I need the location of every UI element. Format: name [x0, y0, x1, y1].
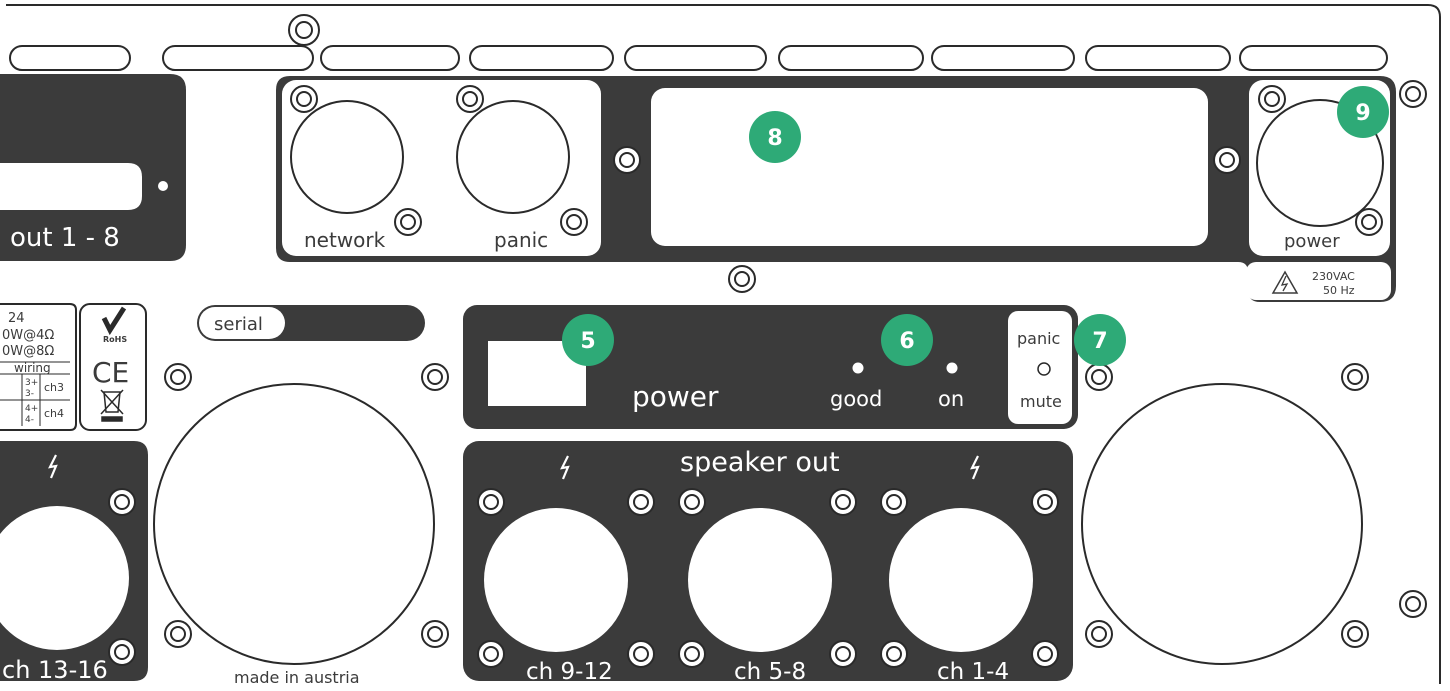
mounting-screw-icon	[678, 488, 706, 516]
ce-mark: CE	[92, 356, 129, 389]
panic-mute-top-label: panic	[1017, 329, 1060, 348]
ch-1-4-label: ch 1-4	[937, 659, 1009, 685]
amplifier-rear-panel-diagram: out 1 - 8 network panic power 230VAC 50 …	[0, 0, 1450, 691]
callout-number: 5	[580, 329, 595, 354]
mains-frequency: 50 Hz	[1323, 284, 1355, 297]
mounting-screw-icon	[728, 265, 756, 293]
d-sub-output-label: out 1 - 8	[10, 223, 120, 253]
mounting-screw-icon	[627, 488, 655, 516]
mounting-screw-icon	[164, 363, 192, 391]
weee-bin-icon	[100, 389, 124, 422]
mounting-screw-icon	[829, 488, 857, 516]
network-label: network	[304, 228, 386, 252]
mounting-screw-icon	[1085, 620, 1113, 648]
ch-9-12-label: ch 9-12	[526, 659, 613, 685]
rohs-label: RoHS	[103, 335, 127, 344]
wiring-4p: 4+	[25, 404, 38, 414]
panic-label: panic	[494, 228, 548, 252]
rear-panel-svg: out 1 - 8 network panic power 230VAC 50 …	[0, 4, 1441, 687]
mounting-screw-icon	[1399, 80, 1427, 108]
good-label: good	[830, 387, 882, 411]
callout-display-window: 8	[749, 111, 801, 163]
panic-mute-bottom-label: mute	[1020, 392, 1062, 411]
ch-5-8-label: ch 5-8	[734, 659, 806, 685]
fan-right	[1081, 383, 1363, 665]
mounting-screw-icon	[678, 640, 706, 668]
good-led	[852, 362, 864, 374]
mounting-screw-icon	[560, 208, 588, 236]
display-window	[651, 88, 1208, 246]
vent-slots	[9, 45, 1388, 71]
callout-panic-mute-led: 7	[1074, 314, 1126, 366]
mounting-screw-icon	[1213, 146, 1241, 174]
mounting-screw-icon	[829, 640, 857, 668]
wiring-3m: 3-	[25, 389, 34, 399]
speakon-ch1-4	[889, 508, 1033, 652]
power-switch-label: power	[632, 380, 719, 413]
callout-number: 6	[899, 329, 914, 354]
mounting-screw-icon	[456, 85, 484, 113]
callout-number: 7	[1092, 329, 1107, 354]
wiring-3p: 3+	[25, 378, 38, 388]
mounting-screw-icon	[477, 488, 505, 516]
on-label: on	[938, 387, 964, 411]
speaker-out-title: speaker out	[680, 447, 840, 478]
mounting-screw-icon	[1399, 590, 1427, 618]
mounting-screw-icon	[394, 208, 422, 236]
mounting-screw-icon	[613, 146, 641, 174]
power-inlet-label: power	[1284, 231, 1340, 252]
mounting-screw-icon	[627, 640, 655, 668]
mounting-screw-icon	[288, 14, 320, 46]
mounting-screw-icon	[421, 363, 449, 391]
mounting-screw-icon	[421, 620, 449, 648]
mains-voltage: 230VAC	[1312, 270, 1355, 283]
mounting-screw-icon	[1355, 208, 1383, 236]
spec-line-1: 24	[8, 311, 25, 326]
speakon-ch9-12	[484, 508, 628, 652]
mounting-screw-icon	[1031, 640, 1059, 668]
callout-power-switch: 5	[562, 314, 614, 366]
callout-number: 9	[1355, 101, 1370, 126]
mounting-screw-icon	[108, 638, 136, 666]
spec-line-3: 0W@8Ω	[2, 344, 54, 359]
rohs-checkmark-icon	[101, 306, 127, 336]
serial-label: serial	[214, 314, 263, 335]
ch-13-16-label: ch 13-16	[2, 656, 108, 684]
mounting-screw-icon	[1031, 488, 1059, 516]
made-in-label: made in austria	[234, 668, 360, 687]
mounting-screw-icon	[477, 640, 505, 668]
wiring-ch3: ch3	[44, 381, 64, 394]
spec-line-2: 0W@4Ω	[2, 328, 54, 343]
mounting-screw-icon	[290, 85, 318, 113]
mounting-screw-icon	[880, 640, 908, 668]
mounting-screw-icon	[1258, 85, 1286, 113]
wiring-label: wiring	[14, 361, 51, 375]
mounting-screw-icon	[1341, 620, 1369, 648]
mounting-screw-icon	[1085, 363, 1113, 391]
fan-left	[153, 383, 435, 665]
speakon-ch5-8	[688, 508, 832, 652]
wiring-4m: 4-	[25, 415, 34, 425]
callout-number: 8	[767, 126, 782, 151]
wiring-ch4: ch4	[44, 407, 64, 420]
mounting-screw-icon	[164, 620, 192, 648]
callout-status-leds: 6	[881, 314, 933, 366]
mounting-screw-icon	[1341, 363, 1369, 391]
mounting-screw-icon	[880, 488, 908, 516]
on-led	[946, 362, 958, 374]
callout-power-inlet: 9	[1337, 86, 1389, 138]
mounting-screw-icon	[108, 488, 136, 516]
